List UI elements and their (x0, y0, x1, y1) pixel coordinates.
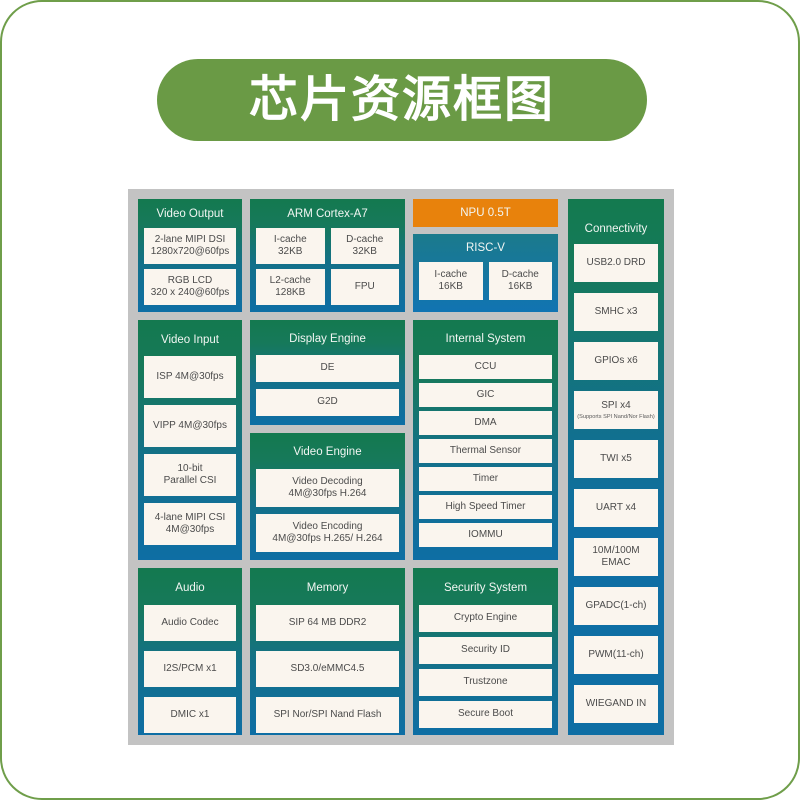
page-title-banner: 芯片资源框图 (157, 59, 647, 141)
items-internal-system: CCU GIC DMA Thermal Sensor Timer High Sp… (419, 355, 552, 547)
item-timer[interactable]: Timer (419, 467, 552, 491)
items-riscv: I-cache 16KB D-cache 16KB (419, 262, 552, 300)
item-label: UART x4 (595, 501, 637, 513)
item-wiegand-in[interactable]: WIEGAND IN (574, 685, 658, 723)
item-trustzone[interactable]: Trustzone (419, 669, 552, 696)
item-label: SPI x4 (601, 400, 631, 412)
items-display-engine: DE G2D (256, 355, 399, 416)
diagram-page: 芯片资源框图 Video Output 2-lane MIPI DSI 1280… (0, 0, 800, 800)
items-memory: SIP 64 MB DDR2 SD3.0/eMMC4.5 SPI Nor/SPI… (256, 605, 399, 733)
item-smhc[interactable]: SMHC x3 (574, 293, 658, 331)
item-label: PWM(11-ch) (588, 648, 644, 660)
item-label: WIEGAND IN (585, 697, 647, 709)
block-title-memory: Memory (306, 582, 349, 594)
item-gpadc[interactable]: GPADC(1-ch) (574, 587, 658, 625)
item-d-cache[interactable]: D-cache 32KB (330, 228, 399, 264)
item-security-id[interactable]: Security ID (419, 637, 552, 664)
item-gpios[interactable]: GPIOs x6 (574, 342, 658, 380)
block-title-video-input: Video Input (161, 334, 219, 346)
item-high-speed-timer[interactable]: High Speed Timer (419, 495, 552, 519)
item-pwm[interactable]: PWM(11-ch) (574, 636, 658, 674)
item-label: 10M/100M EMAC (592, 544, 640, 569)
block-riscv[interactable]: RISC-V I-cache 16KB D-cache 16KB (413, 234, 558, 312)
block-title-video-engine: Video Engine (293, 446, 362, 458)
item-sd-emmc[interactable]: SD3.0/eMMC4.5 (256, 651, 399, 687)
block-title-connectivity: Connectivity (584, 223, 648, 235)
item-g2d[interactable]: G2D (256, 389, 399, 416)
item-i-cache[interactable]: I-cache 32KB (256, 228, 325, 264)
item-label: GPIOs x6 (594, 354, 638, 366)
arm-row-1: I-cache 32KB D-cache 32KB (256, 228, 399, 264)
block-npu[interactable]: NPU 0.5T (413, 199, 558, 227)
block-title-internal-system: Internal System (445, 333, 526, 345)
item-video-encoding[interactable]: Video Encoding 4M@30fps H.265/ H.264 (256, 514, 399, 552)
riscv-row: I-cache 16KB D-cache 16KB (419, 262, 552, 300)
block-display-engine[interactable]: Display Engine DE G2D (250, 320, 405, 425)
block-title-arm: ARM Cortex-A7 (287, 208, 368, 220)
item-twi[interactable]: TWI x5 (574, 440, 658, 478)
item-label: USB2.0 DRD (586, 256, 646, 268)
items-video-engine: Video Decoding 4M@30fps H.264 Video Enco… (256, 469, 399, 552)
item-secure-boot[interactable]: Secure Boot (419, 701, 552, 728)
diagram-canvas: Video Output 2-lane MIPI DSI 1280x720@60… (128, 189, 674, 745)
block-title-display-engine: Display Engine (289, 333, 366, 345)
item-label: TWI x5 (600, 452, 632, 464)
items-connectivity: USB2.0 DRD SMHC x3 GPIOs x6 SPI x4 (Supp… (574, 244, 658, 723)
arm-row-2: L2-cache 128KB FPU (256, 269, 399, 305)
item-audio-codec[interactable]: Audio Codec (144, 605, 236, 641)
item-emac[interactable]: 10M/100M EMAC (574, 538, 658, 576)
item-fpu[interactable]: FPU (330, 269, 399, 305)
items-arm: I-cache 32KB D-cache 32KB L2-cache 128KB… (256, 228, 399, 305)
item-uart[interactable]: UART x4 (574, 489, 658, 527)
item-l2-cache[interactable]: L2-cache 128KB (256, 269, 325, 305)
block-title-security-system: Security System (443, 582, 528, 594)
block-memory[interactable]: Memory SIP 64 MB DDR2 SD3.0/eMMC4.5 SPI … (250, 568, 405, 735)
block-arm-cortex-a7[interactable]: ARM Cortex-A7 I-cache 32KB D-cache 32KB … (250, 199, 405, 312)
item-usb2-drd[interactable]: USB2.0 DRD (574, 244, 658, 282)
block-security-system[interactable]: Security System Crypto Engine Security I… (413, 568, 558, 735)
block-video-engine[interactable]: Video Engine Video Decoding 4M@30fps H.2… (250, 433, 405, 560)
block-audio[interactable]: Audio Audio Codec I2S/PCM x1 DMIC x1 (138, 568, 242, 735)
block-title-riscv: RISC-V (466, 242, 505, 254)
item-riscv-d-cache[interactable]: D-cache 16KB (488, 262, 552, 300)
item-riscv-i-cache[interactable]: I-cache 16KB (419, 262, 483, 300)
item-parallel-csi[interactable]: 10-bit Parallel CSI (144, 454, 236, 496)
item-dma[interactable]: DMA (419, 411, 552, 435)
item-sip-ddr2[interactable]: SIP 64 MB DDR2 (256, 605, 399, 641)
item-label: GPADC(1-ch) (585, 599, 647, 611)
item-gic[interactable]: GIC (419, 383, 552, 407)
item-isp[interactable]: ISP 4M@30fps (144, 356, 236, 398)
items-audio: Audio Codec I2S/PCM x1 DMIC x1 (144, 605, 236, 733)
item-thermal-sensor[interactable]: Thermal Sensor (419, 439, 552, 463)
item-label: SMHC x3 (594, 305, 638, 317)
block-internal-system[interactable]: Internal System CCU GIC DMA Thermal Sens… (413, 320, 558, 560)
page-title: 芯片资源框图 (248, 72, 555, 127)
items-security-system: Crypto Engine Security ID Trustzone Secu… (419, 605, 552, 728)
items-video-output: 2-lane MIPI DSI 1280x720@60fps RGB LCD 3… (144, 228, 236, 305)
block-title-video-output: Video Output (156, 208, 224, 220)
item-i2s-pcm[interactable]: I2S/PCM x1 (144, 651, 236, 687)
block-connectivity[interactable]: Connectivity USB2.0 DRD SMHC x3 GPIOs x6… (568, 199, 664, 735)
item-crypto-engine[interactable]: Crypto Engine (419, 605, 552, 632)
block-video-input[interactable]: Video Input ISP 4M@30fps VIPP 4M@30fps 1… (138, 320, 242, 560)
item-spi-flash[interactable]: SPI Nor/SPI Nand Flash (256, 697, 399, 733)
item-iommu[interactable]: IOMMU (419, 523, 552, 547)
item-video-decoding[interactable]: Video Decoding 4M@30fps H.264 (256, 469, 399, 507)
item-sublabel: (Supports SPI Nand/Nor Flash) (577, 413, 655, 420)
block-title-audio: Audio (175, 582, 205, 594)
item-dmic[interactable]: DMIC x1 (144, 697, 236, 733)
item-spi[interactable]: SPI x4 (Supports SPI Nand/Nor Flash) (574, 391, 658, 429)
block-video-output[interactable]: Video Output 2-lane MIPI DSI 1280x720@60… (138, 199, 242, 312)
block-title-npu: NPU 0.5T (460, 206, 511, 219)
item-vipp[interactable]: VIPP 4M@30fps (144, 405, 236, 447)
items-video-input: ISP 4M@30fps VIPP 4M@30fps 10-bit Parall… (144, 356, 236, 545)
item-mipi-dsi[interactable]: 2-lane MIPI DSI 1280x720@60fps (144, 228, 236, 264)
item-de[interactable]: DE (256, 355, 399, 382)
item-rgb-lcd[interactable]: RGB LCD 320 x 240@60fps (144, 269, 236, 305)
item-mipi-csi[interactable]: 4-lane MIPI CSI 4M@30fps (144, 503, 236, 545)
item-ccu[interactable]: CCU (419, 355, 552, 379)
